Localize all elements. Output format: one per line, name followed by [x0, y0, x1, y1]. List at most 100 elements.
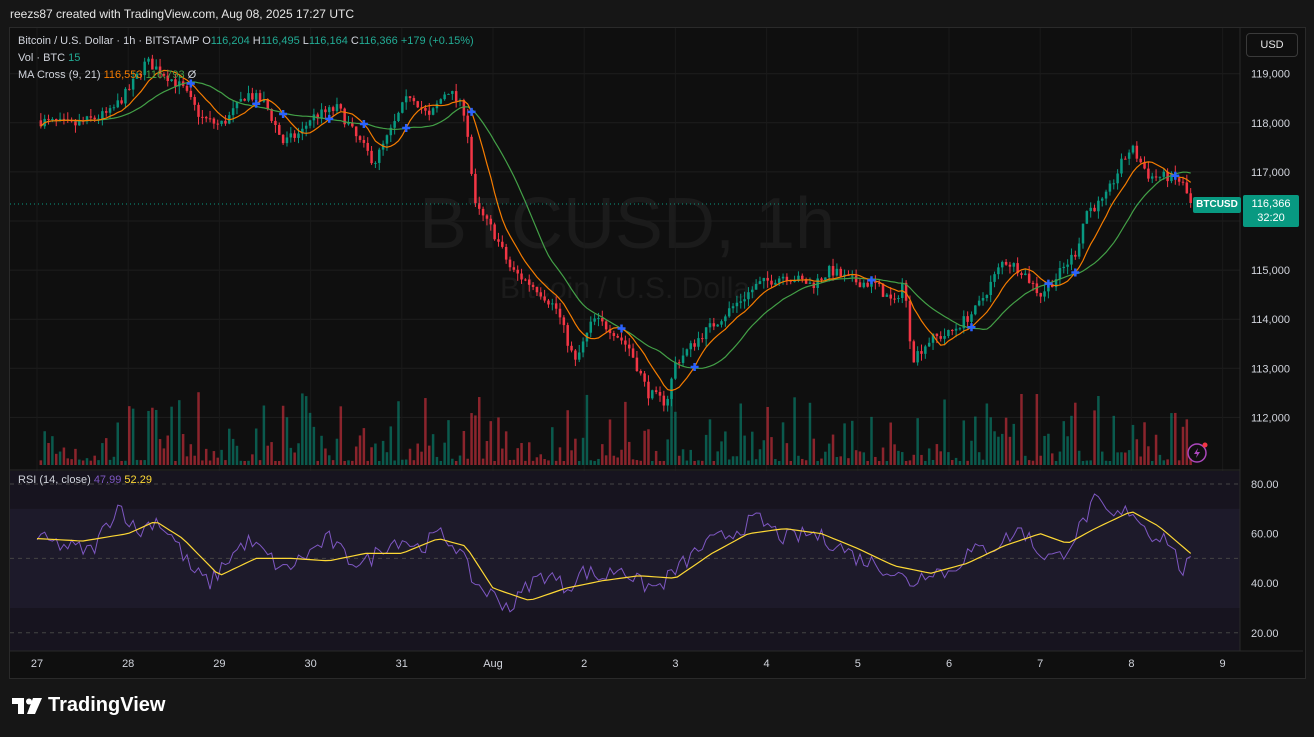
tradingview-logo[interactable]: TradingView — [12, 694, 165, 717]
chart-canvas[interactable]: BTCUSD, 1h Bitcoin / U.S. Dollar 119,000… — [0, 0, 1314, 737]
candle-body — [274, 120, 277, 126]
candle-body — [454, 91, 458, 102]
volume-bar — [751, 431, 754, 465]
legend-open: 116,204 — [210, 35, 250, 47]
candle-body — [374, 162, 377, 164]
price-axis-label: 118,000 — [1251, 118, 1290, 130]
candle-body — [1108, 183, 1112, 192]
volume-bar — [577, 460, 581, 465]
candle-body — [1104, 191, 1108, 199]
candle-body — [104, 111, 108, 113]
volume-bar — [278, 460, 281, 465]
candle-body — [1189, 193, 1192, 204]
volume-bar — [658, 460, 662, 465]
volume-bar — [374, 443, 377, 465]
candle-body — [1089, 207, 1092, 212]
volume-bar — [989, 417, 992, 465]
candle-body — [639, 370, 643, 374]
volume-bar — [1166, 459, 1169, 465]
volume-bar — [54, 453, 58, 465]
volume-bar — [1100, 451, 1104, 465]
candle-body — [1000, 261, 1004, 268]
volume-bar — [304, 396, 308, 465]
volume-bar — [424, 398, 427, 465]
volume-bar — [1054, 460, 1058, 465]
volume-bar — [774, 459, 777, 465]
candle-body — [747, 292, 750, 300]
volume-bar — [347, 460, 350, 465]
volume-bar — [870, 416, 873, 465]
candle-body — [835, 268, 839, 276]
volume-bar — [1127, 450, 1131, 465]
volume-bar — [135, 459, 139, 465]
candle-body — [677, 362, 681, 364]
volume-bar — [354, 446, 358, 465]
volume-bar — [197, 392, 200, 465]
candle-body — [281, 134, 285, 144]
candle-body — [308, 120, 312, 126]
volume-bar — [847, 458, 850, 465]
volume-bar — [397, 401, 400, 465]
volume-bar — [739, 403, 742, 465]
volume-bar — [827, 443, 831, 465]
rsi-axis-label: 20.00 — [1251, 628, 1279, 640]
volume-bar — [985, 403, 989, 465]
volume-bar — [166, 435, 170, 465]
candle-body — [1147, 168, 1150, 179]
candle-body — [247, 93, 250, 101]
candle-body — [658, 391, 662, 396]
volume-bar — [339, 406, 343, 465]
candle-body — [574, 350, 577, 360]
volume-bar — [647, 429, 650, 465]
candle-body — [297, 133, 300, 138]
candle-body — [74, 121, 77, 126]
candle-body — [1120, 158, 1123, 174]
volume-bar — [570, 450, 573, 465]
volume-bar — [251, 454, 254, 465]
legend-rsi[interactable]: RSI (14, close) 47.99 52.29 — [18, 474, 152, 486]
volume-bar — [1154, 434, 1158, 465]
volume-bar — [643, 430, 646, 465]
volume-bar — [539, 454, 543, 465]
legend-volume[interactable]: Vol · BTC 15 — [18, 52, 80, 64]
candle-body — [385, 135, 389, 144]
candle-body — [762, 277, 766, 282]
candle-body — [977, 300, 981, 306]
legend-symbol[interactable]: Bitcoin / U.S. Dollar · 1h · BITSTAMP O1… — [18, 35, 474, 47]
volume-bar — [262, 405, 266, 465]
candle-body — [858, 282, 862, 288]
candle-body — [1058, 268, 1062, 280]
volume-bar — [716, 451, 719, 465]
volume-bar — [927, 448, 931, 465]
volume-bar — [458, 455, 462, 465]
volume-bar — [1135, 439, 1139, 465]
volume-bar — [62, 447, 66, 465]
candle-body — [451, 91, 454, 94]
candle-body — [1070, 254, 1073, 265]
volume-bar — [939, 451, 942, 465]
time-axis-label: 7 — [1037, 658, 1043, 670]
candle-body — [112, 107, 116, 109]
candle-body — [474, 173, 477, 204]
candle-body — [720, 321, 723, 325]
volume-bar — [512, 459, 516, 465]
currency-button[interactable]: USD — [1246, 33, 1298, 57]
volume-bar — [1162, 460, 1166, 465]
volume-bar — [474, 415, 477, 465]
candle-body — [839, 268, 842, 277]
volume-bar — [485, 441, 489, 465]
candle-body — [1158, 176, 1162, 178]
alert-icon[interactable] — [1187, 442, 1208, 463]
volume-bar — [616, 457, 619, 465]
legend-ma-cross[interactable]: MA Cross (9, 21) 116,553 116,793 Ø — [18, 69, 196, 81]
volume-bar — [224, 460, 227, 465]
candle-body — [1066, 264, 1069, 267]
volume-bar — [1116, 452, 1119, 465]
volume-bar — [1012, 423, 1016, 465]
volume-bar — [254, 428, 258, 465]
candle-body — [777, 278, 781, 283]
volume-bar — [193, 455, 196, 465]
volume-bar — [289, 447, 293, 465]
volume-bar — [381, 440, 385, 465]
volume-bar — [527, 442, 531, 465]
